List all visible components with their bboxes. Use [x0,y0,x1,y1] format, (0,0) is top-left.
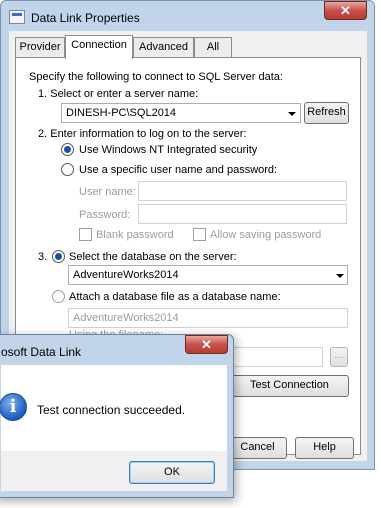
filename-input[interactable] [232,347,323,367]
cancel-button[interactable]: Cancel [228,437,287,459]
blank-password-label: Blank password [96,229,174,241]
radio-windows-security[interactable] [61,143,74,156]
radio-specific-user-label: Use a specific user name and password: [79,164,278,176]
radio-attach-database-label: Attach a database file as a database nam… [69,291,281,303]
allow-saving-password-checkbox[interactable] [193,228,206,241]
radio-windows-security-label: Use Windows NT Integrated security [79,144,258,156]
radio-select-database[interactable] [52,250,65,263]
chevron-down-icon[interactable] [336,274,344,278]
info-icon: i [0,393,27,421]
server-name-value: DINESH-PC\SQL2014 [66,107,177,119]
password-input[interactable] [138,204,347,224]
database-combo[interactable]: AdventureWorks2014 [68,265,348,285]
intro-text: Specify the following to connect to SQL … [29,71,283,83]
server-name-combo[interactable]: DINESH-PC\SQL2014 [61,103,301,123]
blank-password-checkbox[interactable] [79,228,92,241]
radio-attach-database[interactable] [52,290,65,303]
test-connection-button[interactable]: Test Connection [230,375,349,397]
help-button[interactable]: Help [295,437,354,459]
tab-all[interactable]: All [194,37,232,57]
title-bar[interactable]: Data Link Properties ✕ [1,1,374,31]
app-icon [9,10,25,24]
ok-button[interactable]: OK [129,461,215,484]
attach-database-value: AdventureWorks2014 [73,312,179,324]
allow-saving-password-label: Allow saving password [210,229,322,241]
step3-number: 3. [38,251,48,263]
radio-specific-user[interactable] [61,163,74,176]
radio-select-database-label: Select the database on the server: [69,251,237,263]
close-button[interactable]: ✕ [324,1,367,20]
test-connection-dialog: osoft Data Link ✕ i Test connection succ… [0,334,234,498]
step1-label: 1. Select or enter a server name: [38,88,199,100]
tab-provider[interactable]: Provider [15,37,65,57]
window-title: Data Link Properties [31,11,140,25]
dialog-message: Test connection succeeded. [37,403,186,417]
attach-database-input[interactable]: AdventureWorks2014 [68,308,348,328]
dialog-title: osoft Data Link [1,345,82,359]
dialog-title-bar[interactable]: osoft Data Link ✕ [0,335,233,365]
username-label: User name: [79,186,136,198]
test-connection-label: Test Connection [250,379,329,391]
tab-advanced[interactable]: Advanced [133,37,194,57]
database-value: AdventureWorks2014 [73,269,179,281]
step2-label: 2. Enter information to log on to the se… [38,128,247,140]
password-label: Password: [79,209,131,221]
dialog-close-button[interactable]: ✕ [185,335,228,354]
refresh-button[interactable]: Refresh [304,102,349,124]
tab-connection[interactable]: Connection [65,35,133,59]
username-input[interactable] [138,181,347,201]
browse-button[interactable]: ... [330,347,348,367]
chevron-down-icon[interactable] [288,112,296,116]
